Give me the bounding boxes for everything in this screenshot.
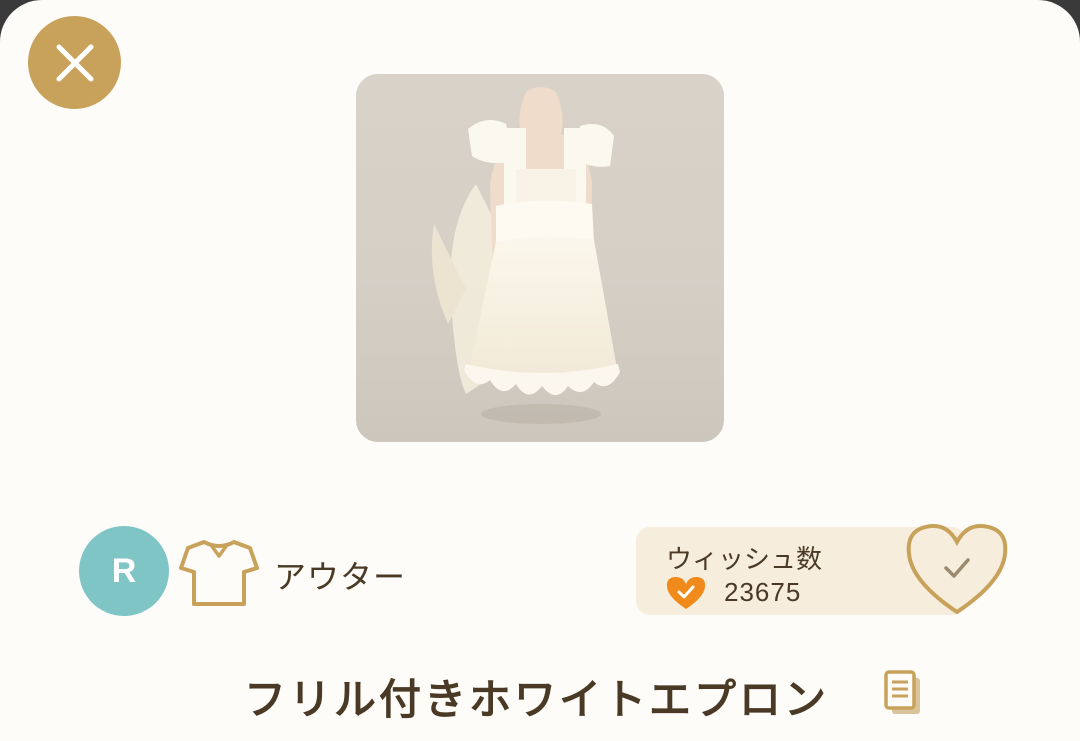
shirt-icon [179,540,259,606]
copy-icon[interactable] [882,668,924,718]
heart-check-icon [666,577,706,609]
rarity-label: R [111,551,137,590]
close-icon [56,44,93,81]
rarity-badge: R [79,526,169,616]
wish-count: 23675 [724,577,802,607]
item-detail-sheet: R アウター ウィッシュ数 23675 フリル付きホワイトエプロン [0,0,1080,741]
apron-dress-illustration [431,87,620,424]
close-button[interactable] [28,16,121,109]
wish-button[interactable] [904,520,1010,620]
category-label: アウター [274,558,407,596]
wish-title: ウィッシュ数 [666,545,823,575]
item-name: フリル付きホワイトエプロン [244,675,830,724]
item-image [356,74,724,442]
